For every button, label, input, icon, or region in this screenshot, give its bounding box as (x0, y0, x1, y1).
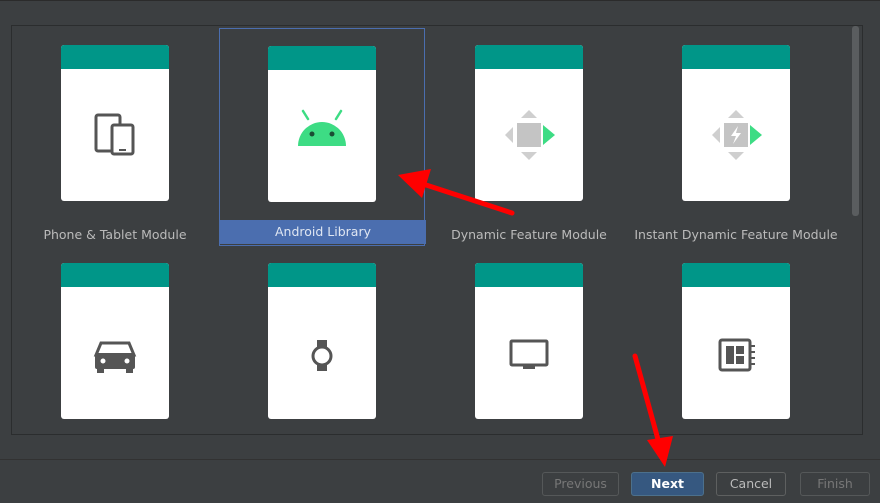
watch-icon (311, 340, 333, 371)
footer-separator (0, 459, 880, 460)
vertical-scrollbar[interactable] (851, 26, 860, 434)
next-button[interactable]: Next (631, 472, 704, 496)
tv-icon (509, 339, 549, 369)
cancel-button[interactable]: Cancel (716, 472, 786, 496)
module-tile-android-library[interactable]: Android Library (219, 28, 426, 246)
instant-dynamic-feature-icon (712, 110, 762, 160)
module-card (682, 45, 790, 201)
card-header-band (61, 45, 169, 69)
android-icon (298, 109, 346, 146)
module-label: Instant Dynamic Feature Module (634, 227, 838, 242)
card-header-band (268, 263, 376, 287)
card-header-band (475, 263, 583, 287)
module-card (268, 263, 376, 419)
module-tile-instant-dynamic-feature[interactable]: Instant Dynamic Feature Module (633, 28, 839, 246)
car-icon (93, 341, 137, 373)
module-tile-wear-os[interactable] (219, 246, 425, 434)
module-label: Android Library (220, 220, 426, 244)
things-board-icon (718, 338, 755, 372)
card-header-band (268, 46, 376, 70)
module-tile-android-tv[interactable] (426, 246, 632, 434)
module-tile-dynamic-feature[interactable]: Dynamic Feature Module (426, 28, 632, 246)
finish-button[interactable]: Finish (800, 472, 870, 496)
phone-tablet-icon (94, 113, 135, 156)
module-label: Phone & Tablet Module (43, 227, 187, 242)
scrollbar-thumb[interactable] (852, 26, 859, 216)
module-tile-android-things[interactable] (633, 246, 839, 434)
card-header-band (475, 45, 583, 69)
card-header-band (61, 263, 169, 287)
dynamic-feature-icon (505, 110, 555, 160)
card-header-band (682, 45, 790, 69)
module-card (475, 45, 583, 201)
module-card (268, 46, 376, 202)
module-card (682, 263, 790, 419)
module-tile-automotive[interactable] (12, 246, 218, 434)
module-card (475, 263, 583, 419)
card-header-band (682, 263, 790, 287)
module-card (61, 45, 169, 201)
previous-button[interactable]: Previous (542, 472, 619, 496)
module-label: Dynamic Feature Module (451, 227, 607, 242)
top-separator (0, 0, 880, 1)
module-card (61, 263, 169, 419)
module-tile-phone-tablet[interactable]: Phone & Tablet Module (12, 28, 218, 246)
module-gallery: Phone & Tablet Module Android Library Dy… (11, 25, 863, 435)
